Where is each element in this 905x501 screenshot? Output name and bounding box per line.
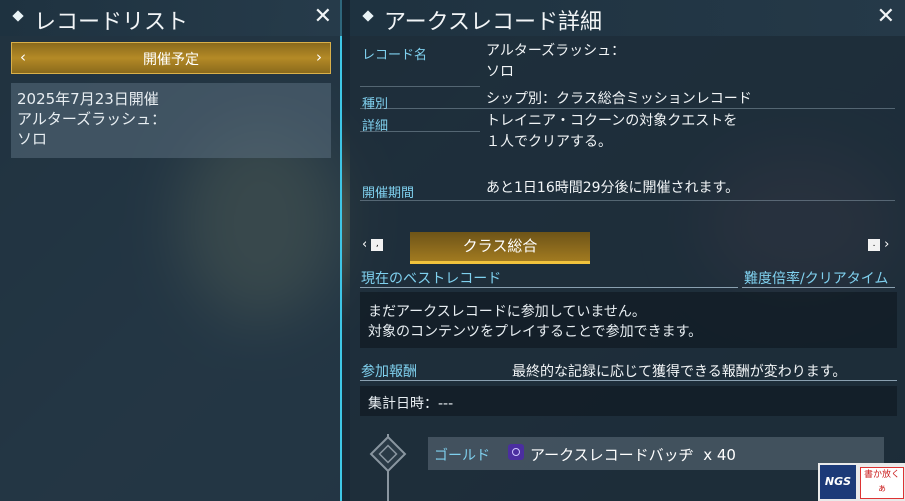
record-item-date: 2025年7月23日開催 (17, 90, 159, 108)
record-name-line1: アルターズラッシュ： (486, 43, 626, 59)
type-label: 種別 (362, 97, 389, 112)
detail-value: トレイニア・コクーンの対象クエストを １人でクリアする。 (486, 111, 737, 153)
rank-diamond-icon (369, 434, 407, 501)
tally-label: 集計日時：--- (368, 396, 454, 412)
best-msg-line2: 対象のコンテンツをプレイすることで参加できます。 (368, 324, 703, 340)
period-label: 開催期間 (362, 186, 415, 201)
record-list-title: レコードリスト (34, 10, 189, 35)
record-item-name-line2: ソロ (17, 130, 48, 148)
reward-rank: ゴールド (434, 448, 490, 464)
best-record-label: 現在のベストレコード (361, 271, 502, 287)
diamond-bullet-icon (362, 10, 374, 22)
record-detail-header: アークスレコード詳細 ✕ (350, 0, 905, 36)
schedule-filter[interactable]: ‹ 開催予定 › (11, 42, 331, 74)
reward-item: アークスレコードバッヂ x 40 (530, 444, 736, 465)
record-name-label: レコード名 (362, 48, 428, 63)
record-name-line2: ソロ (486, 64, 514, 80)
prev-class-button[interactable]: ‹ , (362, 237, 384, 252)
reward-item-name: アークスレコードバッヂ (530, 446, 694, 464)
reward-row[interactable]: ゴールド アークスレコードバッヂ x 40 (428, 437, 884, 470)
detail-line1: トレイニア・コクーンの対象クエストを (486, 113, 738, 129)
best-msg-line1: まだアークスレコードに参加していません。 (368, 304, 646, 320)
detail-line2: １人でクリアする。 (486, 134, 612, 150)
close-icon[interactable]: ✕ (877, 4, 895, 29)
record-list-header: レコードリスト ✕ (0, 0, 342, 36)
badge-icon (508, 444, 524, 460)
period-value: あと1日16時間29分後に開催されます。 (486, 180, 740, 196)
tally-box: 集計日時：--- (360, 386, 897, 416)
tab-class-overall[interactable]: クラス総合 (410, 232, 590, 264)
next-class-button[interactable]: . › (868, 237, 889, 252)
ngs-logo: NGS (820, 465, 856, 499)
reward-quantity: x 40 (703, 446, 736, 464)
schedule-filter-label: 開催予定 (143, 52, 199, 68)
record-list-item[interactable]: 2025年7月23日開催 アルターズラッシュ： ソロ (11, 83, 331, 158)
reward-label: 参加報酬 (361, 364, 417, 380)
close-icon[interactable]: ✕ (314, 4, 332, 29)
record-detail-panel: アークスレコード詳細 ✕ レコード名 アルターズラッシュ： ソロ 種別 シップ別… (350, 0, 905, 501)
record-name-value: アルターズラッシュ： ソロ (486, 41, 625, 83)
record-detail-title: アークスレコード詳細 (384, 10, 603, 35)
record-list-panel: レコードリスト ✕ ‹ 開催予定 › 2025年7月23日開催 アルターズラッシ… (0, 0, 342, 501)
type-value: シップ別：クラス総合ミッションレコード (486, 91, 752, 107)
watermark-logo: NGS 書か放くぁ (818, 463, 905, 501)
record-item-name-line1: アルターズラッシュ： (17, 110, 167, 128)
difficulty-label: 難度倍率/クリアタイム (744, 271, 889, 287)
sega-logo: 書か放くぁ (860, 467, 904, 499)
best-record-box: まだアークスレコードに参加していません。 対象のコンテンツをプレイすることで参加… (360, 292, 897, 348)
chevron-right-icon[interactable]: › (316, 48, 322, 66)
diamond-bullet-icon (12, 10, 24, 22)
reward-note: 最終的な記録に応じて獲得できる報酬が変わります。 (512, 364, 847, 380)
